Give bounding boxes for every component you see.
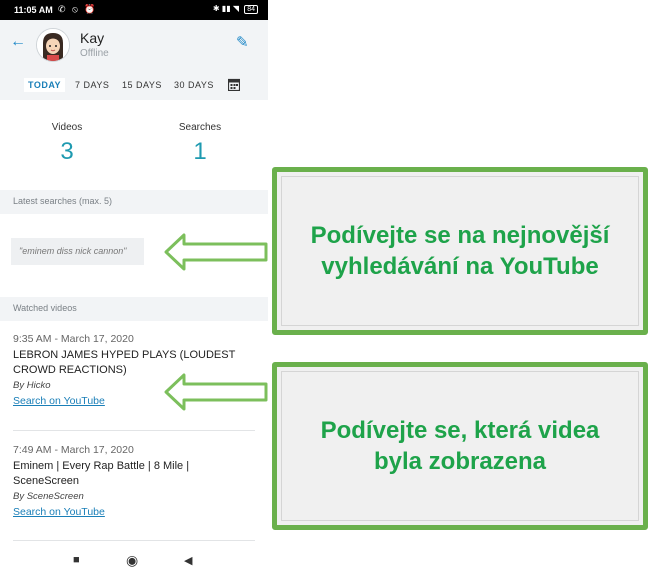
period-tabs: TODAY 7 DAYS 15 DAYS 30 DAYS — [0, 76, 268, 96]
arrow-left-icon — [164, 373, 268, 411]
watched-videos-label: Watched videos — [13, 303, 77, 313]
notification-icons: ✆ ⦸ ⏰ — [58, 4, 98, 14]
video-item: 7:49 AM - March 17, 2020 Eminem | Every … — [13, 444, 255, 520]
searches-label: Searches — [178, 122, 222, 133]
callout-searches-text: Podívejte se na nejnovější vyhledávání n… — [310, 222, 610, 280]
tab-today[interactable]: TODAY — [24, 78, 66, 92]
back-arrow-icon[interactable]: ← — [10, 33, 26, 51]
divider — [13, 540, 255, 541]
watched-videos-header: Watched videos — [0, 297, 268, 321]
arrow-left-icon — [164, 233, 268, 271]
video-time: 9:35 AM - March 17, 2020 — [13, 333, 134, 345]
search-on-youtube-link[interactable]: Search on YouTube — [13, 506, 105, 518]
latest-searches-label: Latest searches (max. 5) — [13, 196, 113, 206]
divider — [13, 430, 255, 431]
back-nav-icon[interactable]: ◀ — [184, 554, 192, 567]
profile-name: Kay — [80, 30, 105, 46]
home-icon[interactable]: ◉ — [126, 552, 138, 569]
tab-30-days[interactable]: 30 DAYS — [174, 80, 214, 90]
phone-screen: 11:05 AM ✆ ⦸ ⏰ ✱ ▮▮ ◥ 84 ← Kay Offline ✎… — [0, 0, 268, 574]
system-icons: ✱ ▮▮ ◥ 84 — [213, 4, 258, 14]
edit-pencil-icon[interactable]: ✎ — [236, 33, 249, 51]
videos-label: Videos — [51, 122, 83, 133]
android-nav-bar: ■ ◉ ◀ — [0, 548, 268, 574]
profile-status: Offline — [80, 48, 109, 59]
videos-count: 3 — [60, 138, 74, 165]
calendar-icon[interactable] — [228, 78, 240, 91]
avatar — [36, 28, 70, 62]
tab-15-days[interactable]: 15 DAYS — [122, 80, 162, 90]
callout-videos: Podívejte se, která videa byla zobrazena — [272, 362, 648, 530]
searches-count: 1 — [193, 138, 207, 165]
status-bar: 11:05 AM ✆ ⦸ ⏰ ✱ ▮▮ ◥ 84 — [0, 0, 268, 20]
video-title: Eminem | Every Rap Battle | 8 Mile | Sce… — [13, 460, 190, 487]
battery-icon: 84 — [244, 5, 258, 14]
profile-header: ← Kay Offline ✎ TODAY 7 DAYS 15 DAYS 30 … — [0, 20, 268, 100]
tab-7-days[interactable]: 7 DAYS — [75, 80, 109, 90]
recent-apps-icon[interactable]: ■ — [73, 554, 80, 566]
stats-panel: Videos 3 Searches 1 — [0, 100, 268, 190]
latest-searches-header: Latest searches (max. 5) — [0, 190, 268, 214]
search-on-youtube-link[interactable]: Search on YouTube — [13, 395, 105, 407]
callout-videos-text: Podívejte se, která videa byla zobrazena — [320, 417, 600, 475]
search-chip[interactable]: "eminem diss nick cannon" — [11, 238, 144, 265]
callout-searches: Podívejte se na nejnovější vyhledávání n… — [272, 167, 648, 335]
status-time: 11:05 AM — [14, 5, 53, 15]
video-channel: By SceneScreen — [13, 491, 84, 502]
video-time: 7:49 AM - March 17, 2020 — [13, 444, 134, 456]
avatar-girl-icon — [37, 29, 69, 61]
